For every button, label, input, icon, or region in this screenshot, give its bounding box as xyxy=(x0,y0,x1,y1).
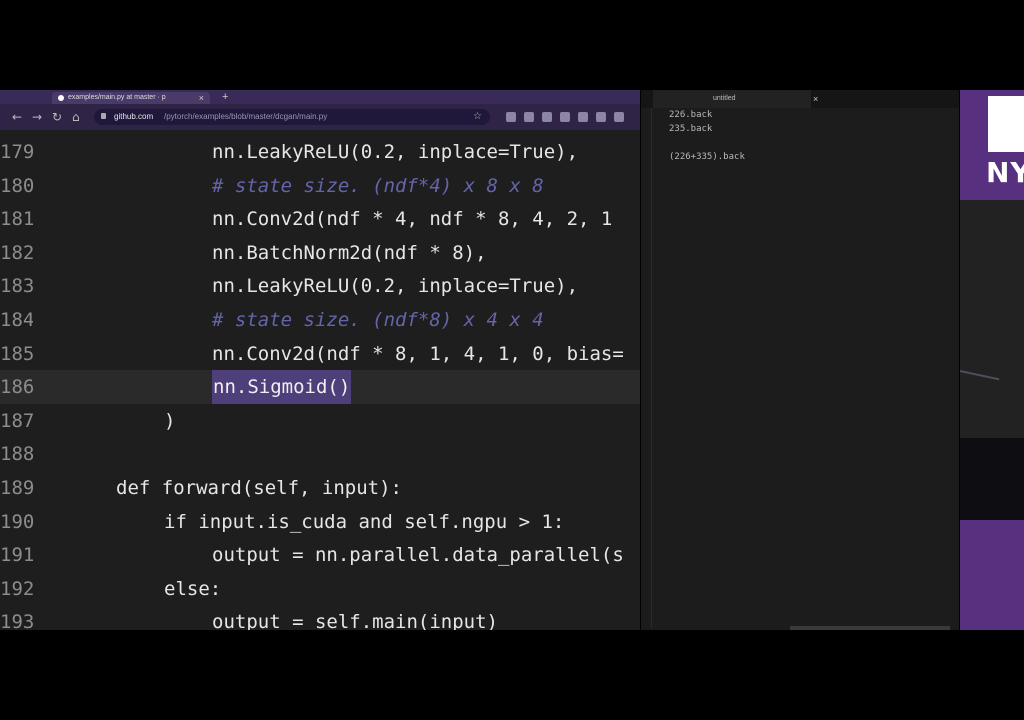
code-comment: # state size. (ndf*8) x 4 x 4 xyxy=(212,309,544,331)
right-panel: NY xyxy=(960,90,1024,630)
code-line[interactable]: 187) xyxy=(0,404,640,438)
close-icon[interactable]: × xyxy=(813,90,818,108)
extension-icon[interactable] xyxy=(614,112,624,122)
code-text: if input.is_cuda and self.ngpu > 1: xyxy=(164,510,565,533)
webcam-feed xyxy=(960,200,1024,520)
code-line[interactable]: 191 output = nn.parallel.data_parallel(s xyxy=(0,538,640,572)
github-icon xyxy=(58,95,64,101)
code-text: nn.Conv2d(ndf * 8, 1, 4, 1, 0, bias= xyxy=(212,342,624,365)
text-line: 235.back xyxy=(669,124,713,134)
logo-text: NY xyxy=(986,156,1024,189)
code-line[interactable]: 181 nn.Conv2d(ndf * 4, ndf * 8, 4, 2, 1 xyxy=(0,202,640,236)
line-number: 179 xyxy=(0,141,33,163)
text-editor-title: untitled xyxy=(713,95,736,102)
code-line[interactable]: 190 if input.is_cuda and self.ngpu > 1: xyxy=(0,505,640,539)
line-number: 188 xyxy=(0,443,33,466)
line-number: 181 xyxy=(0,208,33,231)
webcam-cable xyxy=(960,370,1000,381)
browser-tab[interactable]: examples/main.py at master · p × xyxy=(52,92,210,104)
code-text: output = nn.parallel.data_parallel(s xyxy=(212,544,624,567)
nyu-logo xyxy=(988,96,1024,152)
line-number: 184 xyxy=(0,309,33,331)
extension-icon[interactable] xyxy=(560,112,570,122)
text-line: (226+335).back xyxy=(669,152,745,162)
forward-button[interactable]: → xyxy=(32,104,42,130)
line-number: 183 xyxy=(0,275,33,298)
text-editor-gutter xyxy=(651,108,652,628)
text-editor-titlebar: untitled × xyxy=(641,90,959,108)
reload-button[interactable]: ↻ xyxy=(52,104,62,130)
code-line[interactable]: 188 xyxy=(0,437,640,471)
code-line[interactable]: 189 def forward(self, input): xyxy=(0,471,640,505)
url-path: /pytorch/examples/blob/master/dcgan/main… xyxy=(164,112,328,121)
code-line[interactable]: 186 nn.Sigmoid() xyxy=(0,370,640,405)
browser-window: examples/main.py at master · p × + ← → ↻… xyxy=(0,90,640,630)
back-button[interactable]: ← xyxy=(12,104,22,130)
code-text: nn.Sigmoid() xyxy=(212,370,352,405)
extension-icon[interactable] xyxy=(578,112,588,122)
extension-icon[interactable] xyxy=(506,112,516,122)
code-line[interactable]: 192 else: xyxy=(0,572,640,606)
code-comment: # state size. (ndf*4) x 8 x 8 xyxy=(212,174,544,197)
tab-bar: examples/main.py at master · p × + xyxy=(0,90,640,104)
text-editor-window: untitled × 226.back 235.back (226+335).bac… xyxy=(641,90,959,630)
tab-close-icon[interactable]: × xyxy=(199,92,204,104)
code-text: ) xyxy=(164,409,176,432)
code-text: def forward(self, input): xyxy=(116,477,402,499)
extension-icon[interactable] xyxy=(524,112,534,122)
webcam-shadow xyxy=(960,438,1024,520)
code-text: output = self.main(input) xyxy=(212,611,498,630)
line-number: 191 xyxy=(0,544,33,567)
code-text: else: xyxy=(164,577,222,600)
new-tab-button[interactable]: + xyxy=(222,90,228,104)
code-text: nn.BatchNorm2d(ndf * 8), xyxy=(212,241,487,264)
text-editor-tab[interactable]: untitled × xyxy=(653,90,818,108)
bookmark-star-icon[interactable]: ☆ xyxy=(473,109,482,125)
line-number: 187 xyxy=(0,409,33,432)
text-line: 226.back xyxy=(669,110,713,120)
url-host: github.com xyxy=(114,112,154,121)
line-number: 193 xyxy=(0,611,33,630)
home-button[interactable]: ⌂ xyxy=(72,104,80,130)
line-number: 185 xyxy=(0,342,33,365)
line-number: 192 xyxy=(0,577,33,600)
code-line[interactable]: 193 output = self.main(input) xyxy=(0,605,640,630)
code-line[interactable]: 180 # state size. (ndf*4) x 8 x 8 xyxy=(0,169,640,203)
code-text: nn.Conv2d(ndf * 4, ndf * 8, 4, 2, 1 xyxy=(212,208,613,231)
browser-toolbar: ← → ↻ ⌂ github.com /pytorch/examples/blo… xyxy=(0,104,640,130)
line-number: 180 xyxy=(0,174,33,197)
tab-title: examples/main.py at master · p xyxy=(68,94,166,101)
extension-icon[interactable] xyxy=(542,112,552,122)
bottom-bar xyxy=(790,626,950,630)
code-line[interactable]: 183 nn.LeakyReLU(0.2, inplace=True), xyxy=(0,269,640,303)
code-line[interactable]: 185 nn.Conv2d(ndf * 8, 1, 4, 1, 0, bias= xyxy=(0,337,640,371)
address-bar[interactable]: github.com /pytorch/examples/blob/master… xyxy=(94,109,490,125)
line-number: 189 xyxy=(0,477,33,499)
code-line[interactable]: 179 nn.LeakyReLU(0.2, inplace=True), xyxy=(0,135,640,169)
line-number: 186 xyxy=(0,376,33,399)
code-line[interactable]: 184 # state size. (ndf*8) x 4 x 4 xyxy=(0,303,640,337)
code-text: nn.LeakyReLU(0.2, inplace=True), xyxy=(212,141,579,163)
code-text: nn.LeakyReLU(0.2, inplace=True), xyxy=(212,275,579,298)
line-number: 182 xyxy=(0,241,33,264)
extension-icon[interactable] xyxy=(596,112,606,122)
line-number: 190 xyxy=(0,510,33,533)
code-view: 179 nn.LeakyReLU(0.2, inplace=True), 180 # … xyxy=(0,130,640,630)
code-line[interactable]: 182 nn.BatchNorm2d(ndf * 8), xyxy=(0,236,640,270)
lock-icon xyxy=(101,113,106,119)
